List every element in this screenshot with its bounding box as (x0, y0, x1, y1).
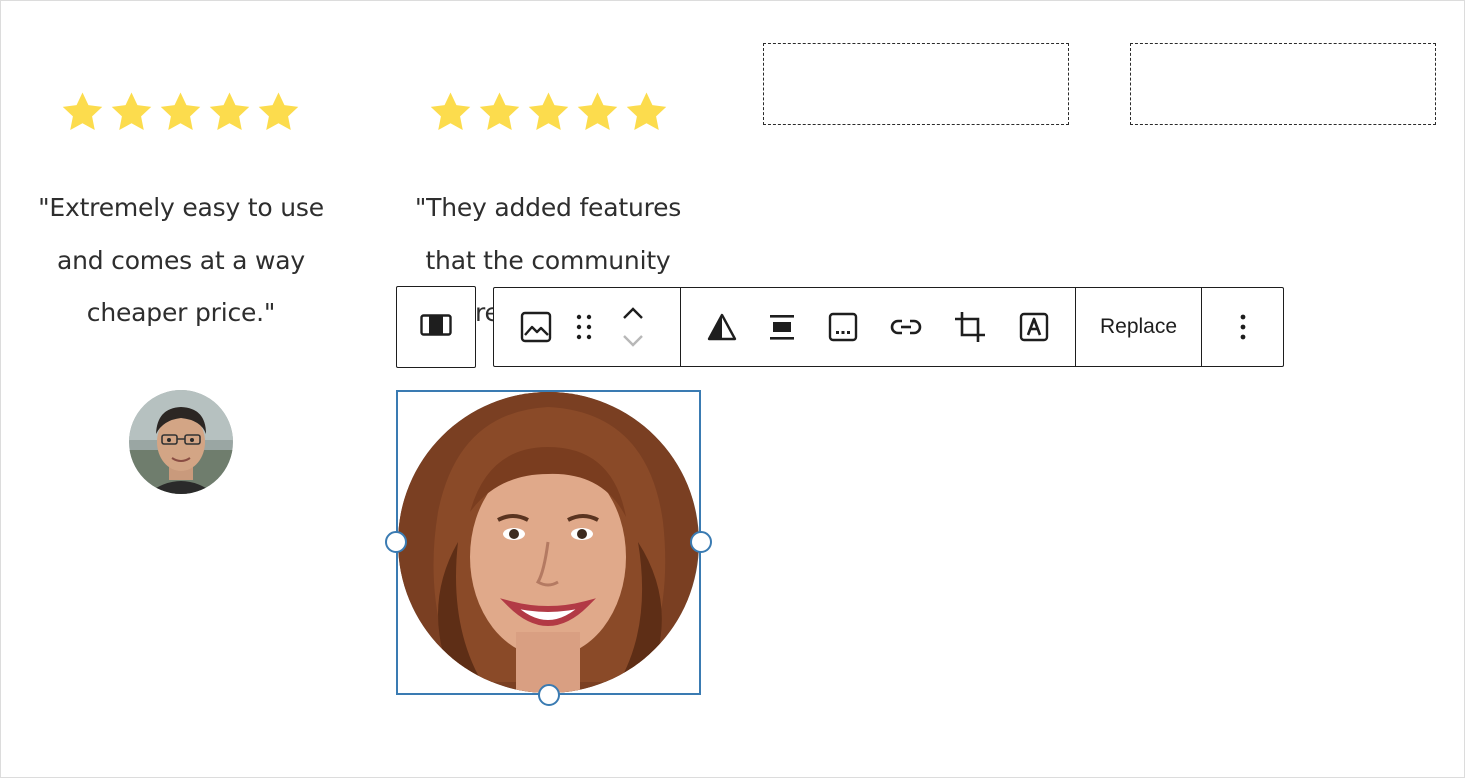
empty-block-placeholder-3[interactable] (763, 43, 1069, 125)
duotone-button[interactable] (707, 288, 737, 366)
options-button[interactable] (1240, 288, 1246, 366)
star-icon (623, 89, 670, 135)
testimonial-quote-1[interactable]: "Extremely easy to use and comes at a wa… (21, 182, 341, 340)
star-icon (59, 89, 106, 135)
star-icon (574, 89, 621, 135)
quote-line: "They added features (414, 193, 682, 222)
chevron-down-icon (622, 334, 644, 348)
move-up-button[interactable] (622, 306, 644, 320)
block-type-button[interactable] (512, 288, 560, 366)
drag-handle-button[interactable] (560, 288, 608, 366)
star-icon (108, 89, 155, 135)
star-icon (427, 89, 474, 135)
drag-handle-icon (576, 314, 592, 340)
image-icon (520, 311, 552, 343)
move-down-button[interactable] (622, 334, 644, 348)
star-icon (525, 89, 572, 135)
caption-button[interactable] (828, 288, 858, 366)
avatar[interactable] (129, 390, 233, 494)
align-button[interactable] (768, 288, 796, 366)
star-icon (157, 89, 204, 135)
duotone-icon (707, 312, 737, 342)
chevron-up-icon (622, 306, 644, 320)
editor-canvas: "Extremely easy to use and comes at a wa… (0, 0, 1465, 778)
text-overlay-icon (1019, 312, 1049, 342)
link-icon (890, 317, 922, 337)
selected-image-block[interactable] (385, 390, 712, 706)
block-mover (608, 288, 658, 366)
quote-line: and comes at a way (56, 245, 306, 275)
toolbar-group-replace: Replace (1076, 288, 1202, 366)
select-parent-button[interactable] (396, 286, 476, 368)
crop-icon (953, 310, 987, 344)
more-vertical-icon (1240, 314, 1246, 340)
resize-handle-bottom[interactable] (538, 684, 560, 706)
text-overlay-button[interactable] (1019, 288, 1049, 366)
quote-line: that the community (425, 245, 671, 275)
align-center-icon (768, 313, 796, 341)
caption-icon (828, 312, 858, 342)
rating-stars-1 (59, 89, 302, 135)
star-icon (255, 89, 302, 135)
link-button[interactable] (890, 288, 922, 366)
empty-block-placeholder-4[interactable] (1130, 43, 1436, 125)
quote-line: cheaper price." (86, 298, 276, 327)
toolbar-group-options (1202, 288, 1283, 366)
resize-handle-right[interactable] (690, 531, 712, 553)
resize-handle-left[interactable] (385, 531, 407, 553)
toolbar-group-block (494, 288, 681, 366)
block-toolbar: Replace (493, 287, 1284, 367)
toolbar-group-tools (681, 288, 1076, 366)
replace-label: Replace (1099, 315, 1178, 338)
star-icon (206, 89, 253, 135)
parent-block-icon (420, 313, 452, 341)
crop-button[interactable] (953, 288, 987, 366)
rating-stars-2 (427, 89, 670, 135)
star-icon (476, 89, 523, 135)
replace-button[interactable]: Replace (1100, 288, 1177, 366)
quote-line: "Extremely easy to use (38, 193, 324, 222)
avatar[interactable] (398, 392, 699, 693)
